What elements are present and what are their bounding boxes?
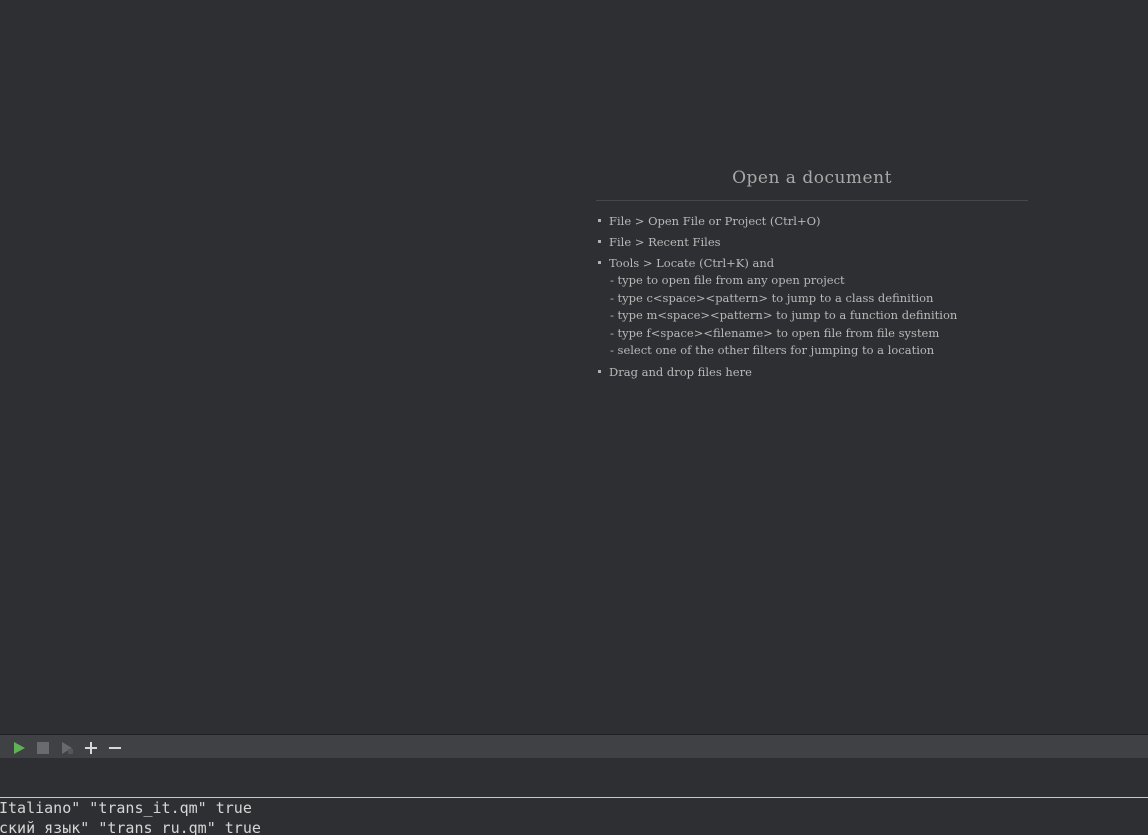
output-tabs-area xyxy=(0,758,1148,798)
hint-drag-drop-text: Drag and drop files here xyxy=(609,364,752,379)
hint-drag-drop: Drag and drop files here xyxy=(596,364,1028,381)
hint-open-file: File > Open File or Project (Ctrl+O) xyxy=(596,213,1028,230)
welcome-divider xyxy=(596,200,1028,201)
output-line: Italiano" "trans_it.qm" true xyxy=(0,799,252,817)
stop-icon[interactable] xyxy=(36,740,50,754)
hint-locate: Tools > Locate (Ctrl+K) and - type to op… xyxy=(596,255,1028,360)
hint-open-file-text: File > Open File or Project (Ctrl+O) xyxy=(609,214,821,228)
hint-recent-files-text: File > Recent Files xyxy=(609,235,721,249)
hint-list: File > Open File or Project (Ctrl+O) Fil… xyxy=(596,213,1028,381)
locate-sublist: - type to open file from any open projec… xyxy=(609,272,1028,360)
locate-sub-item: - type c<space><pattern> to jump to a cl… xyxy=(610,290,934,305)
locate-sub-item: - select one of the other filters for ju… xyxy=(610,343,935,357)
output-toolbar xyxy=(0,734,1148,758)
play-icon[interactable] xyxy=(12,740,26,754)
output-line: ский язык" "trans_ru.qm" true xyxy=(0,819,261,835)
locate-sub-item: - type m<space><pattern> to jump to a fu… xyxy=(610,308,958,322)
plus-icon[interactable] xyxy=(84,740,98,754)
application-output[interactable]: Italiano" "trans_it.qm" true ский язык" … xyxy=(0,798,1148,835)
editor-area[interactable]: Open a document File > Open File or Proj… xyxy=(0,0,1148,734)
hint-locate-text: Tools > Locate (Ctrl+K) and xyxy=(609,256,775,270)
welcome-panel: Open a document File > Open File or Proj… xyxy=(596,164,1028,385)
welcome-title: Open a document xyxy=(732,168,892,188)
debug-run-icon[interactable] xyxy=(60,740,74,754)
hint-recent-files: File > Recent Files xyxy=(596,234,1028,251)
locate-sub-item: - type f<space><filename> to open file f… xyxy=(610,325,940,340)
minus-icon[interactable] xyxy=(108,740,122,754)
locate-sub-item: - type to open file from any open projec… xyxy=(610,273,845,287)
